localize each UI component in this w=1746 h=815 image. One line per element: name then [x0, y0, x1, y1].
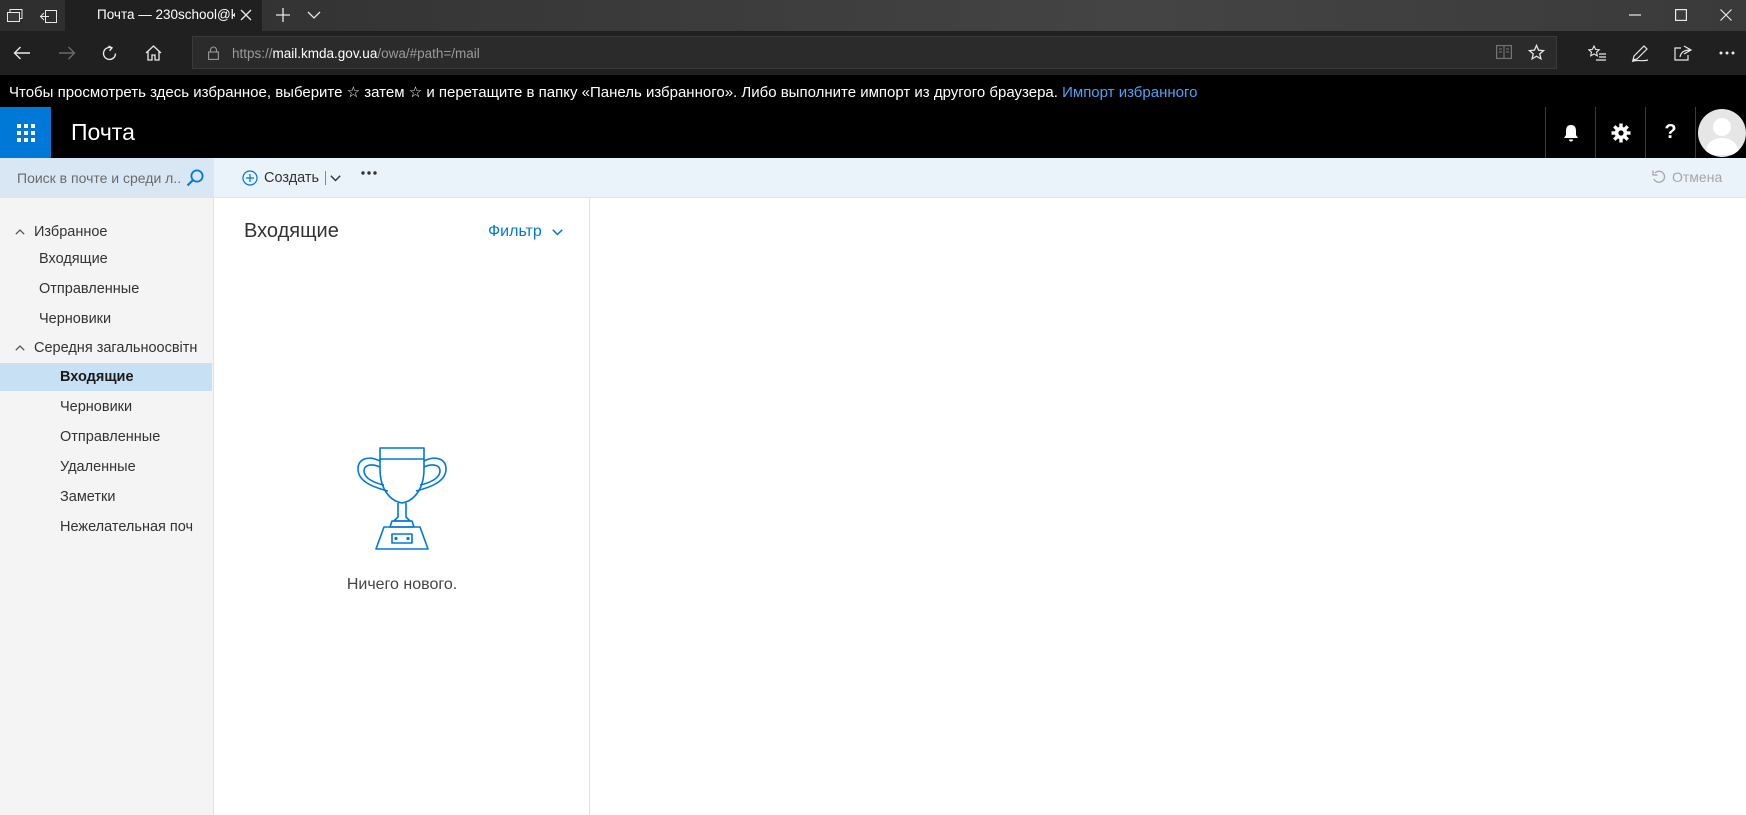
create-button[interactable]: Создать	[242, 167, 341, 189]
url-text: https://mail.kmda.gov.ua/owa/#path=/mail	[232, 46, 480, 61]
trophy-icon	[354, 447, 450, 553]
undo-button[interactable]: Отмена	[1652, 169, 1722, 185]
folder-label: Отправленные	[39, 281, 140, 297]
more-icon[interactable]	[1716, 42, 1738, 64]
star-glyph-1: ☆	[346, 84, 361, 101]
star-glyph-2: ☆	[408, 84, 423, 101]
favorite-item-sent[interactable]: Отправленные	[0, 275, 212, 303]
favorite-star-icon[interactable]	[1528, 44, 1545, 61]
forward-icon[interactable]	[55, 43, 79, 63]
mailbox-group-header[interactable]: Середня загальноосвітн	[0, 336, 214, 362]
tab-title: Почта — 230school@k	[97, 7, 235, 22]
app-title[interactable]: Почта	[71, 119, 135, 146]
chevron-up-icon[interactable]	[15, 345, 25, 351]
lock-icon	[208, 46, 219, 60]
favorites-hint: Чтобы просмотреть здесь избранное, выбер…	[9, 83, 1197, 101]
mailbox-group-label: Середня загальноосвітн	[34, 340, 198, 356]
folder-item-deleted[interactable]: Удаленные	[0, 453, 212, 481]
folder-label: Нежелательная поч	[60, 519, 194, 535]
filter-label: Фильтр	[488, 223, 542, 240]
folder-pane: Избранное Входящие Отправленные Черновик…	[0, 198, 214, 815]
chevron-down-icon	[552, 228, 563, 236]
chevron-down-icon[interactable]	[304, 5, 324, 25]
message-list-title: Входящие	[244, 220, 339, 242]
minimize-icon[interactable]	[1625, 5, 1645, 25]
folder-item-notes[interactable]: Заметки	[0, 483, 212, 511]
chevron-down-icon[interactable]	[330, 174, 341, 182]
share-icon[interactable]	[1672, 42, 1694, 64]
app-header: Почта ?	[0, 107, 1746, 158]
search-input[interactable]	[17, 168, 182, 188]
search-box[interactable]	[0, 158, 214, 198]
close-icon[interactable]	[236, 5, 256, 25]
back-icon[interactable]	[10, 43, 34, 63]
avatar-icon	[1698, 109, 1746, 157]
favorites-hint-part2: затем	[360, 84, 409, 101]
tab-list-icon[interactable]	[5, 6, 25, 26]
folder-item-sent[interactable]: Отправленные	[0, 423, 212, 451]
favorites-group-label: Избранное	[34, 224, 108, 240]
folder-label: Черновики	[39, 311, 112, 327]
refresh-icon[interactable]	[98, 42, 120, 64]
favorites-list-icon[interactable]	[1586, 42, 1608, 64]
folder-label: Отправленные	[60, 429, 161, 445]
search-icon[interactable]	[186, 169, 204, 187]
url-path: /owa/#path=/mail	[377, 46, 480, 61]
active-tab[interactable]: Почта — 230school@k	[65, 0, 262, 31]
help-label: ?	[1664, 121, 1677, 143]
address-bar[interactable]: https://mail.kmda.gov.ua/owa/#path=/mail	[192, 36, 1557, 69]
reading-view-icon[interactable]	[1496, 45, 1512, 59]
create-label: Создать	[264, 170, 320, 186]
close-window-icon[interactable]	[1716, 5, 1736, 25]
import-favorites-link[interactable]: Импорт избранного	[1062, 84, 1197, 101]
folder-label: Черновики	[60, 399, 133, 415]
url-domain: mail.kmda.gov.ua	[272, 46, 378, 61]
new-tab-icon[interactable]	[273, 5, 293, 25]
favorites-bar: Чтобы просмотреть здесь избранное, выбер…	[0, 75, 1746, 107]
filter-button[interactable]: Фильтр	[488, 223, 563, 241]
pen-icon[interactable]	[1629, 42, 1651, 64]
empty-state-text: Ничего нового.	[346, 576, 458, 593]
folder-label: Входящие	[60, 369, 134, 385]
message-list: Входящие Фильтр Ничего нового.	[214, 198, 590, 815]
gear-icon[interactable]	[1595, 107, 1645, 158]
plus-circle-icon	[242, 170, 258, 186]
browser-tab-bar: Почта — 230school@k	[0, 0, 1746, 31]
set-aside-tabs-icon[interactable]	[37, 6, 59, 26]
home-icon[interactable]	[142, 42, 164, 64]
folder-label: Удаленные	[60, 459, 136, 475]
favorites-hint-part1: Чтобы просмотреть здесь избранное, выбер…	[9, 84, 347, 101]
reading-pane	[590, 198, 1746, 815]
maximize-icon[interactable]	[1671, 5, 1691, 25]
avatar-container[interactable]	[1695, 107, 1746, 158]
more-options-icon[interactable]	[361, 171, 379, 185]
folder-label: Входящие	[39, 251, 108, 267]
bell-icon[interactable]	[1545, 107, 1595, 158]
undo-label: Отмена	[1672, 169, 1723, 185]
create-separator	[325, 171, 327, 185]
folder-item-junk[interactable]: Нежелательная поч	[0, 513, 212, 541]
folder-label: Заметки	[60, 489, 116, 505]
browser-nav-bar: https://mail.kmda.gov.ua/owa/#path=/mail	[0, 31, 1746, 75]
favorite-item-inbox[interactable]: Входящие	[0, 245, 212, 273]
help-icon[interactable]: ?	[1645, 107, 1695, 158]
favorites-hint-part3: и перетащите в папку «Панель избранного»…	[422, 84, 1063, 101]
chevron-up-icon[interactable]	[15, 229, 25, 235]
waffle-icon[interactable]	[0, 107, 51, 158]
command-bar: Создать Отмена	[0, 158, 1746, 198]
url-scheme: https://	[232, 46, 273, 61]
folder-item-drafts[interactable]: Черновики	[0, 393, 212, 421]
favorites-group-header[interactable]: Избранное	[0, 220, 214, 246]
undo-icon	[1652, 170, 1666, 184]
favorite-item-drafts[interactable]: Черновики	[0, 305, 212, 333]
folder-item-inbox[interactable]: Входящие	[0, 363, 212, 391]
